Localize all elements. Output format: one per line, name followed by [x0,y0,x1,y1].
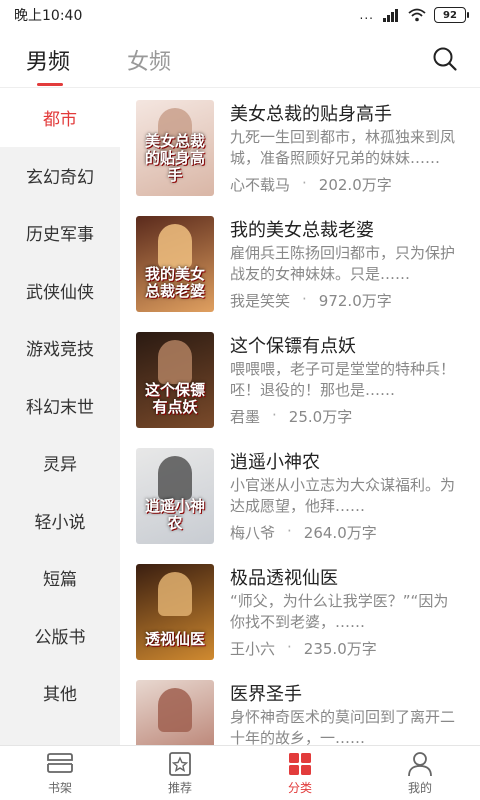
sidebar-item-gongban[interactable]: 公版书 [0,607,120,665]
meta-separator: · [287,522,292,540]
meta-separator: · [272,406,277,424]
nav-label: 推荐 [167,780,192,795]
meta-separator: · [287,638,292,656]
nav-category[interactable]: 分类 [240,746,360,800]
sidebar-item-duanpian[interactable]: 短篇 [0,549,120,607]
status-dots: ... [359,8,374,22]
star-badge-icon [169,751,191,776]
book-description: 身怀神奇医术的莫问回到了离开二十年的故乡，一…… [230,708,456,745]
nav-recommend[interactable]: 推荐 [120,746,240,800]
person-icon [408,751,432,776]
book-meta: 心不载马 · 202.0万字 [230,174,392,195]
cover-title: 透视仙医 [144,630,205,648]
book-item[interactable]: 我的美女总裁老婆 我的美女总裁老婆 雇佣兵王陈扬回归都市，只为保护战友的女神妹妹… [136,216,466,316]
book-word-count: 25.0万字 [288,408,353,426]
tab-female[interactable]: 女频 [127,44,171,76]
book-word-count: 264.0万字 [303,524,377,542]
book-cover[interactable]: 透视仙医 [136,564,214,660]
book-item[interactable]: 美女总裁的贴身高手 美女总裁的贴身高手 九死一生回到都市，林孤独来到凤城，准备照… [136,100,466,200]
book-item[interactable]: 这个保镖有点妖 这个保镖有点妖 喂喂喂，老子可是堂堂的特种兵！呸！退役的！那也是… [136,332,466,432]
book-author: 君墨 [230,408,261,426]
bottom-navigation: 书架 推荐 分类 我的 [0,745,480,800]
cover-title: 美女总裁的贴身高手 [144,132,205,184]
sidebar-item-kehuan[interactable]: 科幻末世 [0,377,120,435]
cover-figure [158,224,192,268]
wifi-icon [408,8,426,22]
sidebar-item-wuxia[interactable]: 武侠仙侠 [0,262,120,320]
book-word-count: 202.0万字 [318,176,392,194]
sidebar-item-dushi[interactable]: 都市 [0,89,120,147]
bookshelf-icon [47,752,73,773]
book-author: 我是笑笑 [230,292,291,310]
grid-icon [289,752,311,775]
search-icon[interactable] [432,46,458,72]
meta-separator: · [302,290,307,308]
cover-figure [158,456,192,500]
book-meta: 君墨 · 25.0万字 [230,406,352,427]
book-meta: 我是笑笑 · 972.0万字 [230,290,392,311]
book-author: 梅八爷 [230,524,276,542]
book-description: 雇佣兵王陈扬回归都市，只为保护战友的女神妹妹。只是…… [230,244,456,283]
book-word-count: 235.0万字 [303,640,377,658]
book-meta: 梅八爷 · 264.0万字 [230,522,377,543]
book-description: 小官迷从小立志为大众谋福利。为达成愿望，他拜…… [230,476,456,515]
category-sidebar: 都市 玄幻奇幻 历史军事 武侠仙侠 游戏竞技 科幻末世 灵异 轻小说 短篇 公版… [0,89,120,745]
nav-profile[interactable]: 我的 [360,746,480,800]
cover-title: 这个保镖有点妖 [144,381,205,416]
book-author: 王小六 [230,640,276,658]
active-tab-indicator [37,83,63,86]
book-title[interactable]: 我的美女总裁老婆 [230,216,374,242]
sidebar-item-lishi[interactable]: 历史军事 [0,204,120,262]
cover-title: 我的美女总裁老婆 [144,265,205,300]
book-cover[interactable]: 这个保镖有点妖 [136,332,214,428]
tab-male[interactable]: 男频 [26,44,70,76]
battery-icon: 92 [434,7,469,23]
sidebar-item-youxi[interactable]: 游戏竞技 [0,319,120,377]
book-item[interactable]: 医界 医界圣手 身怀神奇医术的莫问回到了离开二十年的故乡，一…… [136,680,466,745]
book-description: “师父，为什么让我学医？”“因为你找不到老婆，…… [230,592,449,631]
status-bar: 晚上10:40 ... 92 [0,0,480,30]
book-title[interactable]: 这个保镖有点妖 [230,332,356,358]
book-cover[interactable]: 逍遥小神农 [136,448,214,544]
nav-label: 分类 [287,780,312,795]
book-description: 喂喂喂，老子可是堂堂的特种兵！呸！退役的！那也是…… [230,360,456,399]
signal-icon [383,9,398,22]
meta-separator: · [302,174,307,192]
book-meta: 王小六 · 235.0万字 [230,638,377,659]
book-title[interactable]: 美女总裁的贴身高手 [230,100,392,126]
nav-label: 我的 [407,780,432,795]
book-author: 心不载马 [230,176,291,194]
cover-title: 逍遥小神农 [144,497,205,532]
nav-label: 书架 [47,780,72,795]
book-cover[interactable]: 我的美女总裁老婆 [136,216,214,312]
sidebar-item-lingyi[interactable]: 灵异 [0,434,120,492]
cover-figure [158,688,192,732]
sidebar-item-qita[interactable]: 其他 [0,664,120,722]
cover-figure [158,340,192,384]
book-cover[interactable]: 医界 [136,680,214,745]
status-icons: ... 92 [359,7,469,23]
book-title[interactable]: 医界圣手 [230,680,302,706]
book-list: 美女总裁的贴身高手 美女总裁的贴身高手 九死一生回到都市，林孤独来到凤城，准备照… [120,89,480,745]
gender-tabs: 男频 女频 [0,30,480,88]
sidebar-item-qingxiaoshuo[interactable]: 轻小说 [0,492,120,550]
nav-bookshelf[interactable]: 书架 [0,746,120,800]
cover-figure [158,572,192,616]
book-word-count: 972.0万字 [318,292,392,310]
book-description: 九死一生回到都市，林孤独来到凤城，准备照顾好兄弟的妹妹…… [230,128,456,167]
sidebar-item-xuanhuan[interactable]: 玄幻奇幻 [0,147,120,205]
book-title[interactable]: 极品透视仙医 [230,564,338,590]
book-item[interactable]: 透视仙医 极品透视仙医 “师父，为什么让我学医？”“因为你找不到老婆，…… 王小… [136,564,466,664]
book-item[interactable]: 逍遥小神农 逍遥小神农 小官迷从小立志为大众谋福利。为达成愿望，他拜…… 梅八爷… [136,448,466,548]
book-cover[interactable]: 美女总裁的贴身高手 [136,100,214,196]
status-time: 晚上10:40 [14,8,83,24]
book-title[interactable]: 逍遥小神农 [230,448,320,474]
